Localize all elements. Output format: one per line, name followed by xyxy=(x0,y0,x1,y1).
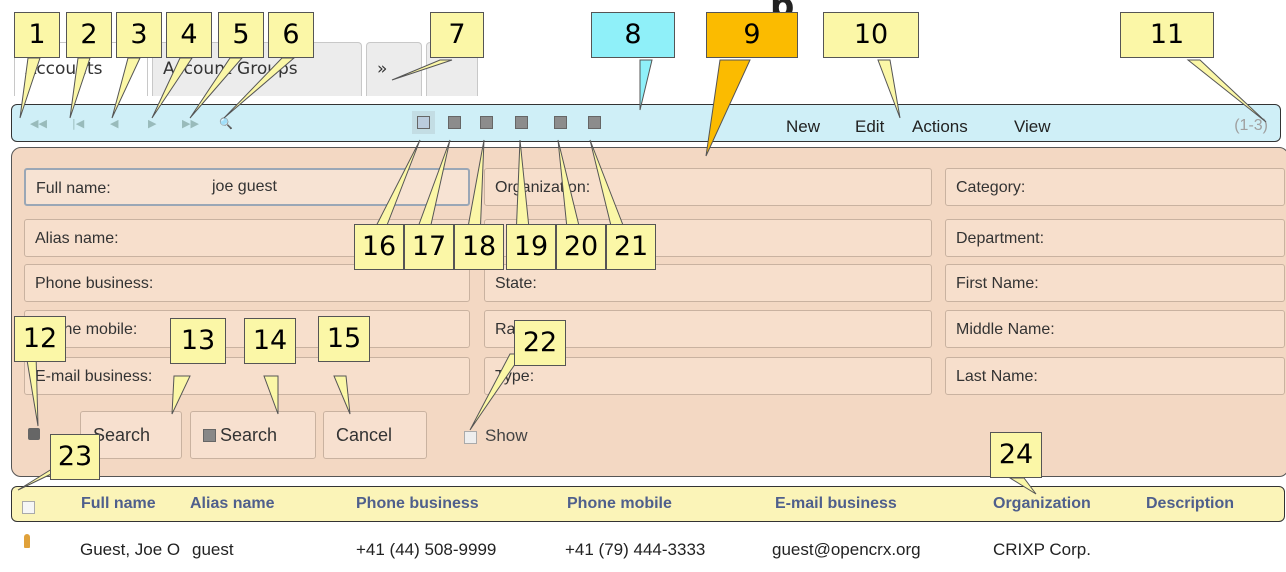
row-count: (1-3) xyxy=(1234,117,1268,134)
middle-name-label: Middle Name: xyxy=(956,321,1055,338)
callout-11: 11 xyxy=(1120,12,1214,58)
tab-more[interactable]: » xyxy=(366,42,422,96)
last-name-field[interactable]: Last Name: xyxy=(945,357,1285,395)
full-name-value[interactable]: joe guest xyxy=(212,178,277,196)
layout-icon[interactable] xyxy=(588,116,601,129)
first-name-field[interactable]: First Name: xyxy=(945,264,1285,302)
callout-18: 18 xyxy=(454,224,504,270)
callout-7: 7 xyxy=(430,12,484,58)
col-phone-mobile[interactable]: Phone mobile xyxy=(567,495,672,513)
callout-14: 14 xyxy=(244,318,296,364)
cancel-button[interactable]: Cancel xyxy=(323,411,427,459)
full-name-label: Full name: xyxy=(36,180,111,197)
row-email-business[interactable]: guest@opencrx.org xyxy=(772,540,921,560)
category-label: Category: xyxy=(956,179,1026,196)
middle-name-field[interactable]: Middle Name: xyxy=(945,310,1285,348)
callout-19: 19 xyxy=(506,224,556,270)
callout-8: 8 xyxy=(591,12,675,58)
callout-4: 4 xyxy=(166,12,212,58)
callout-13: 13 xyxy=(170,318,226,364)
menu-actions[interactable]: Actions xyxy=(912,117,968,137)
col-phone-business[interactable]: Phone business xyxy=(356,495,479,513)
callout-2: 2 xyxy=(66,12,112,58)
callout-23: 23 xyxy=(50,434,100,480)
callout-12: 12 xyxy=(14,316,66,362)
full-name-field[interactable]: Full name: joe guest xyxy=(24,168,470,206)
first-name-label: First Name: xyxy=(956,275,1039,292)
row-phone-mobile: +41 (79) 444-3333 xyxy=(565,540,706,559)
select-icon[interactable] xyxy=(554,116,567,129)
callout-22: 22 xyxy=(514,320,566,366)
col-email-business[interactable]: E-mail business xyxy=(775,495,897,513)
clear-search-button[interactable]: Search xyxy=(190,411,316,459)
search-icon[interactable]: 🔍 xyxy=(219,117,233,130)
clear-filter-icon[interactable] xyxy=(417,116,430,129)
callout-17: 17 xyxy=(404,224,454,270)
select-all-checkbox[interactable] xyxy=(22,501,35,514)
last-page-icon[interactable]: ▶▶ xyxy=(182,117,199,130)
settings-icon[interactable] xyxy=(515,116,528,129)
prev-page-icon[interactable]: |◀ xyxy=(72,117,84,130)
email-business-label: E-mail business: xyxy=(35,368,153,385)
organization-field[interactable]: Organization: xyxy=(484,168,932,206)
callout-16: 16 xyxy=(354,224,404,270)
last-name-label: Last Name: xyxy=(956,368,1038,385)
save-icon[interactable] xyxy=(448,116,461,129)
callout-15: 15 xyxy=(318,316,370,362)
callout-21: 21 xyxy=(606,224,656,270)
print-icon[interactable] xyxy=(480,116,493,129)
callout-20: 20 xyxy=(556,224,606,270)
grid-toolbar: ◀◀ |◀ ◀ ▶ ▶▶ 🔍 New Edit Actions View (1-… xyxy=(11,104,1281,142)
type-label: Type: xyxy=(495,368,535,385)
callout-5: 5 xyxy=(218,12,264,58)
row-full-name[interactable]: Guest, Joe O xyxy=(80,540,180,560)
person-icon xyxy=(24,534,30,548)
menu-edit[interactable]: Edit xyxy=(855,117,884,137)
col-full-name[interactable]: Full name xyxy=(81,495,156,513)
callout-6: 6 xyxy=(268,12,314,58)
first-page-icon[interactable]: ◀◀ xyxy=(30,117,47,130)
callout-10: 10 xyxy=(823,12,919,58)
next-icon[interactable]: ▶ xyxy=(148,117,156,130)
callout-9: 9 xyxy=(706,12,798,58)
callout-3: 3 xyxy=(116,12,162,58)
row-alias-name: guest xyxy=(192,540,234,559)
callout-24: 24 xyxy=(990,432,1042,478)
col-alias-name[interactable]: Alias name xyxy=(190,495,274,513)
department-field[interactable]: Department: xyxy=(945,219,1285,257)
menu-view[interactable]: View xyxy=(1014,117,1051,137)
state-label: State: xyxy=(495,275,537,292)
grid-header: Full name Alias name Phone business Phon… xyxy=(11,486,1285,522)
clear-icon xyxy=(203,429,216,442)
department-label: Department: xyxy=(956,230,1045,247)
show-checkbox[interactable] xyxy=(464,431,477,444)
col-description[interactable]: Description xyxy=(1146,495,1234,513)
show-label: Show xyxy=(485,426,528,445)
help-icon[interactable] xyxy=(28,428,40,440)
callout-1: 1 xyxy=(14,12,60,58)
col-organization[interactable]: Organization xyxy=(993,495,1091,513)
menu-new[interactable]: New xyxy=(786,117,820,137)
row-phone-business: +41 (44) 508-9999 xyxy=(356,540,497,559)
prev-icon[interactable]: ◀ xyxy=(110,117,118,130)
clear-search-label: Search xyxy=(220,425,278,445)
row-organization[interactable]: CRIXP Corp. xyxy=(993,540,1091,560)
alias-name-label: Alias name: xyxy=(35,230,119,247)
category-field[interactable]: Category: xyxy=(945,168,1285,206)
organization-label: Organization: xyxy=(495,179,591,196)
phone-business-label: Phone business: xyxy=(35,275,154,292)
